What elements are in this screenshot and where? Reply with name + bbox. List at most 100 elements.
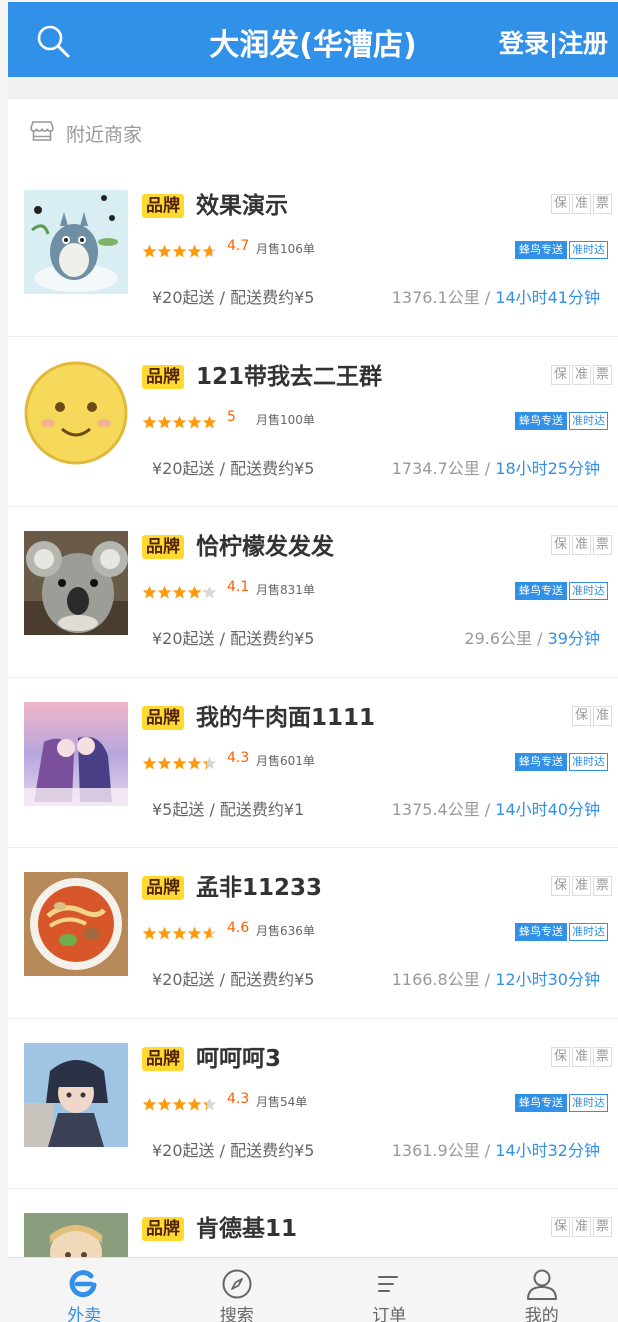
shop-image [24,1042,128,1147]
monthly-sales: 月售601单 [256,753,315,768]
tab-profile[interactable]: 我的 [466,1258,618,1322]
star-icon [172,926,187,940]
star-icon [187,415,202,428]
star-icon [142,415,157,428]
delivery-fee: ¥5起送 / 配送费约¥1 [152,799,305,819]
brand-badge: 品牌 [142,364,184,389]
star-icon [142,1097,157,1110]
rating-score: 5 [227,408,236,425]
service-tags: 保准票 [550,1046,612,1067]
shop-image [24,190,128,294]
star-icon [187,1097,202,1110]
tab-waimai[interactable]: 外卖 [8,1258,161,1322]
star-icon [187,585,202,599]
service-tag: 准 [571,364,591,385]
compass-icon [222,1269,252,1299]
shop-item[interactable]: 品牌 效果演示 保准票 4.7 月售106单 蜂鸟专送 准时达 ¥20起送 / 配送费约¥5 1… [8,166,618,337]
delivery-fee: ¥20起送 / 配送费约¥5 [152,970,315,989]
shop-icon [30,121,54,141]
delivery-badges: 蜂鸟专送 准时达 [515,582,608,600]
distance-time: 1166.8公里 / 12小时30分钟 [392,966,600,990]
delivery-badges: 蜂鸟专送 准时达 [515,923,608,941]
section-label: 附近商家 [66,124,143,146]
shop-list: 品牌 效果演示保准票 4.7 月售106单 蜂鸟专送 准时达 ¥20起送 / 配送费约¥5 1… [8,166,618,1322]
service-tag: 保 [571,705,591,726]
service-tag: 准 [571,876,591,896]
delivery-fee: ¥20起送 / 配送费约¥5 [152,629,315,648]
star-rating [142,244,217,259]
service-tags: 保准票 [550,876,612,896]
shop-name: 肯德基11 [196,1216,298,1242]
monthly-sales: 月售54单 [256,1094,308,1109]
fengniao-badge: 蜂鸟专送 [515,241,567,259]
shop-name: 恰柠檬发发发 [196,534,334,560]
ontime-badge: 准时达 [569,411,608,430]
star-icon [142,756,157,769]
star-icon [202,756,217,769]
service-tag: 票 [592,1217,612,1237]
star-icon [187,244,202,258]
delivery-fee: ¥20起送 / 配送费约¥5 [152,458,315,478]
star-rating [142,926,217,941]
service-tags: 保准 [571,705,612,726]
shop-image [24,360,128,465]
tab-label: 订单 [372,1306,407,1322]
service-tags: 保准票 [550,364,612,385]
shop-item[interactable]: 品牌 我的牛肉面1111 保准 4.3 月售601单 蜂鸟专送 准时达 ¥5起送 / 配送费约… [8,677,618,848]
delivery-badges: 蜂鸟专送 准时达 [515,1093,608,1112]
brand-badge: 品牌 [142,1046,184,1071]
monthly-sales: 月售100单 [256,412,315,427]
star-rating [142,1097,217,1112]
service-tag: 准 [571,1217,591,1237]
star-icon [142,585,157,599]
brand-badge: 品牌 [142,876,184,900]
star-icon [187,926,202,940]
ontime-badge: 准时达 [569,582,608,600]
tab-search[interactable]: 搜索 [161,1258,314,1322]
distance-time: 1734.7公里 / 18小时25分钟 [392,455,600,479]
distance: 1375.4公里 / [391,799,496,819]
distance-time: 1376.1公里 / 14小时41分钟 [392,284,600,308]
service-tag: 保 [550,194,570,214]
rating-score: 4.6 [227,920,250,936]
service-tag: 票 [592,364,612,385]
order-icon [378,1276,399,1292]
delivery-time: 14小时32分钟 [495,1140,600,1160]
star-icon [202,244,217,258]
service-tag: 票 [592,876,612,896]
delivery-fee: ¥20起送 / 配送费约¥5 [152,1140,315,1160]
monthly-sales: 月售831单 [256,583,315,597]
shop-item[interactable]: 品牌 121带我去二王群 保准票 5 月售100单 蜂鸟专送 准时达 ¥20起送 / 配送费约… [8,336,618,507]
divider [8,77,618,99]
tab-label: 我的 [524,1306,559,1322]
shop-item[interactable]: 品牌 恰柠檬发发发 保准票 4.1 月售831单 蜂鸟专送 准时达 ¥20起送 / 配送费约¥… [8,507,618,678]
service-tag: 准 [571,194,591,214]
fengniao-badge: 蜂鸟专送 [515,411,567,430]
shop-name: 我的牛肉面1111 [196,704,376,731]
brand-badge: 品牌 [142,194,184,218]
monthly-sales: 月售636单 [256,924,315,938]
star-icon [157,756,172,769]
fengniao-badge: 蜂鸟专送 [515,923,567,941]
shop-item[interactable]: 品牌 孟非11233 保准票 4.6 月售636单 蜂鸟专送 准时达 ¥20起送 / 配送费约… [8,848,618,1019]
service-tag: 票 [592,194,612,214]
tab-orders[interactable]: 订单 [313,1258,466,1322]
service-tag: 保 [550,1046,570,1067]
rating-score: 4.7 [227,238,250,254]
delivery-badges: 蜂鸟专送 准时达 [515,752,608,771]
delivery-fee: ¥20起送 / 配送费约¥5 [152,288,315,307]
service-tag: 票 [592,1046,612,1067]
shop-image [24,701,128,806]
tab-label: 搜索 [219,1306,254,1322]
login-register-link[interactable]: 登录|注册 [499,24,608,60]
star-icon [157,244,172,258]
star-icon [142,926,157,940]
brand-badge: 品牌 [142,705,184,730]
service-tag: 票 [592,535,612,555]
service-tags: 保准票 [550,1217,612,1237]
shop-item[interactable]: 品牌 呵呵呵3 保准票 4.3 月售54单 蜂鸟专送 准时达 ¥20起送 / 配送费约¥5 13… [8,1018,618,1189]
star-icon [172,1097,187,1110]
delivery-time: 12小时30分钟 [495,970,600,989]
star-icon [202,585,217,599]
star-icon [202,1097,217,1110]
